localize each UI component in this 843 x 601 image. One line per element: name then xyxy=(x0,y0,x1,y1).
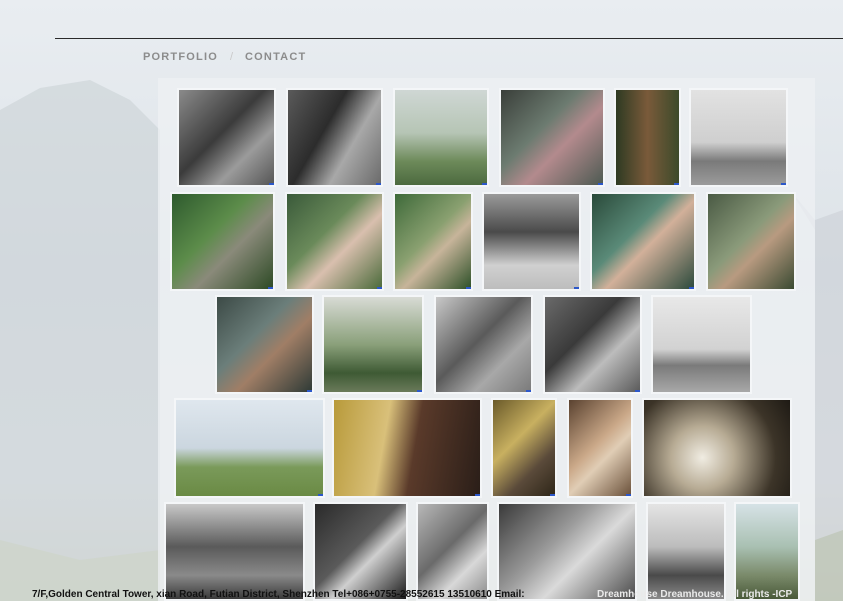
thumbnail-marker xyxy=(475,494,480,496)
gallery-thumbnail[interactable] xyxy=(497,502,637,601)
thumbnail-marker xyxy=(307,390,312,392)
thumbnail-marker xyxy=(268,287,273,289)
gallery-thumbnail[interactable] xyxy=(170,192,275,291)
thumbnail-marker xyxy=(318,494,323,496)
gallery-thumbnail[interactable] xyxy=(286,88,383,187)
gallery-thumbnail[interactable] xyxy=(313,502,408,601)
gallery-thumbnail[interactable] xyxy=(567,398,633,498)
gallery-thumbnail[interactable] xyxy=(322,295,424,394)
gallery-thumbnail[interactable] xyxy=(416,502,489,601)
main-nav: PORTFOLIO / CONTACT xyxy=(143,51,306,63)
thumbnail-marker xyxy=(598,183,603,185)
gallery-thumbnail[interactable] xyxy=(734,502,800,601)
thumbnail-marker xyxy=(674,183,679,185)
gallery-thumbnail[interactable] xyxy=(646,502,726,601)
nav-separator: / xyxy=(229,51,234,63)
gallery-thumbnail[interactable] xyxy=(177,88,276,187)
footer: 7/F,Golden Central Tower, xian Road, Fut… xyxy=(0,588,843,601)
footer-address: 7/F,Golden Central Tower, xian Road, Fut… xyxy=(32,589,525,600)
thumbnail-marker xyxy=(635,390,640,392)
gallery-thumbnail[interactable] xyxy=(393,88,489,187)
nav-portfolio[interactable]: PORTFOLIO xyxy=(143,51,218,63)
gallery-thumbnail[interactable] xyxy=(393,192,473,291)
thumbnail-marker xyxy=(626,494,631,496)
header-divider xyxy=(55,38,843,39)
thumbnail-marker xyxy=(550,494,555,496)
thumbnail-marker xyxy=(781,183,786,185)
thumbnail-marker xyxy=(574,287,579,289)
thumbnail-marker xyxy=(377,287,382,289)
gallery-thumbnail[interactable] xyxy=(642,398,792,498)
gallery-thumbnail[interactable] xyxy=(499,88,605,187)
gallery-thumbnail[interactable] xyxy=(174,398,325,498)
thumbnail-marker xyxy=(417,390,422,392)
gallery-thumbnail[interactable] xyxy=(651,295,752,394)
thumbnail-marker xyxy=(269,183,274,185)
thumbnail-marker xyxy=(526,390,531,392)
footer-brand: Dreamhouse Dreamhouse. All rights -ICP xyxy=(597,589,793,600)
thumbnail-marker xyxy=(466,287,471,289)
thumbnail-marker xyxy=(482,183,487,185)
gallery-thumbnail[interactable] xyxy=(543,295,642,394)
gallery-thumbnail[interactable] xyxy=(164,502,305,601)
gallery-thumbnail[interactable] xyxy=(689,88,788,187)
gallery-thumbnail[interactable] xyxy=(706,192,796,291)
gallery-thumbnail[interactable] xyxy=(215,295,314,394)
gallery-thumbnail[interactable] xyxy=(614,88,681,187)
gallery-thumbnail[interactable] xyxy=(482,192,581,291)
gallery-thumbnail[interactable] xyxy=(332,398,482,498)
nav-contact[interactable]: CONTACT xyxy=(245,51,306,63)
thumbnail-marker xyxy=(689,287,694,289)
gallery-thumbnail[interactable] xyxy=(285,192,384,291)
gallery-thumbnail[interactable] xyxy=(434,295,533,394)
thumbnail-marker xyxy=(376,183,381,185)
gallery-thumbnail[interactable] xyxy=(590,192,696,291)
gallery-thumbnail[interactable] xyxy=(491,398,557,498)
